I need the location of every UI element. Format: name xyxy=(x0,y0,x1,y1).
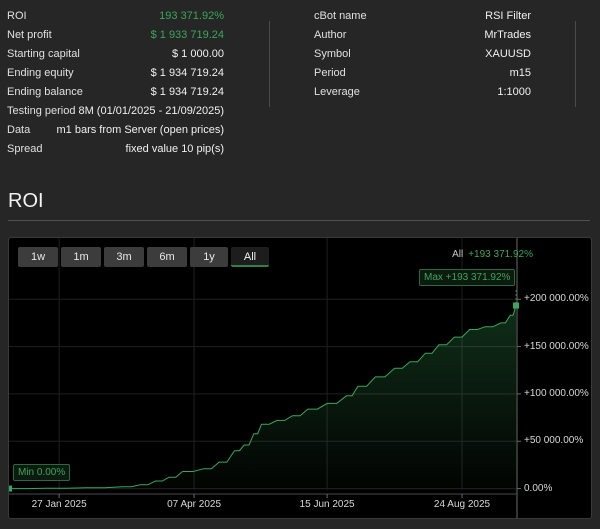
range-readout-label: All xyxy=(452,249,464,260)
roi-area-fill xyxy=(9,305,516,490)
range-button-all[interactable]: All xyxy=(231,247,269,267)
stat-label: Author xyxy=(314,29,347,41)
stat-label: Ending balance xyxy=(7,86,83,98)
stat-value: MrTrades xyxy=(484,29,531,41)
stat-label: Net profit xyxy=(7,29,52,41)
roi-chart[interactable]: 1w 1m 3m 6m 1y All All +193 371.92% Max +193 3… xyxy=(8,237,592,519)
x-tick-label: 27 Jan 2025 xyxy=(31,499,87,510)
stat-row: Period m15 xyxy=(314,64,531,83)
min-point-marker xyxy=(9,485,12,492)
stat-row: Ending balance $ 1 934 719.24 xyxy=(7,83,224,102)
stat-label: Spread xyxy=(7,143,43,155)
stat-row: cBot name RSI Filter xyxy=(314,7,531,26)
stat-value: m15 xyxy=(509,67,531,79)
stat-value: 193 371.92% xyxy=(159,10,224,22)
x-tick-label: 15 Jun 2025 xyxy=(299,499,355,510)
stat-label: Leverage xyxy=(314,86,360,98)
range-button-1w[interactable]: 1w xyxy=(18,247,58,267)
stat-value: RSI Filter xyxy=(485,10,531,22)
stat-label: cBot name xyxy=(314,10,367,22)
stats-divider xyxy=(269,21,270,107)
stat-label: Symbol xyxy=(314,48,351,60)
max-point-marker xyxy=(513,302,519,309)
stat-row: Starting capital $ 1 000.00 xyxy=(7,45,224,64)
range-button-6m[interactable]: 6m xyxy=(147,247,187,267)
min-marker-label: Min 0.00% xyxy=(13,464,71,481)
stat-row: ROI 193 371.92% xyxy=(7,7,224,26)
y-tick-label: 0.00% xyxy=(524,482,553,494)
y-tick-label: +100 000.00% xyxy=(524,387,589,399)
max-marker-label: Max +193 371.92% xyxy=(419,269,516,286)
stat-value: $ 1 934 719.24 xyxy=(150,67,224,79)
section-title: ROI xyxy=(8,190,44,212)
x-tick-label: 07 Apr 2025 xyxy=(167,499,222,510)
stat-label: ROI xyxy=(7,10,27,22)
stat-row: Author MrTrades xyxy=(314,26,531,45)
y-tick-label: +200 000.00% xyxy=(524,293,589,305)
stat-row: Spread fixed value 10 pip(s) xyxy=(7,140,224,159)
y-tick-label: +50 000.00% xyxy=(524,435,584,447)
stat-label: Period xyxy=(314,67,346,79)
stat-value: m1 bars from Server (open prices) xyxy=(56,124,225,136)
stat-value: $ 1 934 719.24 xyxy=(150,86,224,98)
stat-row: Data m1 bars from Server (open prices) xyxy=(7,121,224,140)
range-button-3m[interactable]: 3m xyxy=(104,247,144,267)
stat-label: Starting capital xyxy=(7,48,80,60)
range-button-group: 1w 1m 3m 6m 1y All xyxy=(18,247,269,267)
stat-value: 1:1000 xyxy=(497,86,531,98)
stat-label: Data xyxy=(7,124,31,136)
stat-value: $ 1 933 719.24 xyxy=(150,29,224,41)
stat-value: 8M (01/01/2025 - 21/09/2025) xyxy=(78,105,224,117)
stat-label: Testing period xyxy=(7,105,76,117)
range-readout-value: +193 371.92% xyxy=(468,249,533,260)
stat-row: Leverage 1:1000 xyxy=(314,83,531,102)
section-divider xyxy=(8,220,590,221)
stat-row: Testing period 8M (01/01/2025 - 21/09/202… xyxy=(7,102,224,121)
backtest-stats: ROI 193 371.92% Net profit $ 1 933 719.24 St… xyxy=(0,7,600,167)
stat-value: XAUUSD xyxy=(485,48,531,60)
stat-label: Ending equity xyxy=(7,67,74,79)
stat-value: fixed value 10 pip(s) xyxy=(125,143,224,155)
stat-row: Net profit $ 1 933 719.24 xyxy=(7,26,224,45)
x-tick-label: 24 Aug 2025 xyxy=(433,499,491,510)
y-tick-label: +150 000.00% xyxy=(524,340,589,352)
range-button-1y[interactable]: 1y xyxy=(190,247,228,267)
stat-value: $ 1 000.00 xyxy=(172,48,224,60)
stat-row: Ending equity $ 1 934 719.24 xyxy=(7,64,224,83)
stats-divider xyxy=(575,21,576,107)
range-button-1m[interactable]: 1m xyxy=(61,247,101,267)
range-readout: All +193 371.92% xyxy=(452,249,533,260)
stat-row: Symbol XAUUSD xyxy=(314,45,531,64)
